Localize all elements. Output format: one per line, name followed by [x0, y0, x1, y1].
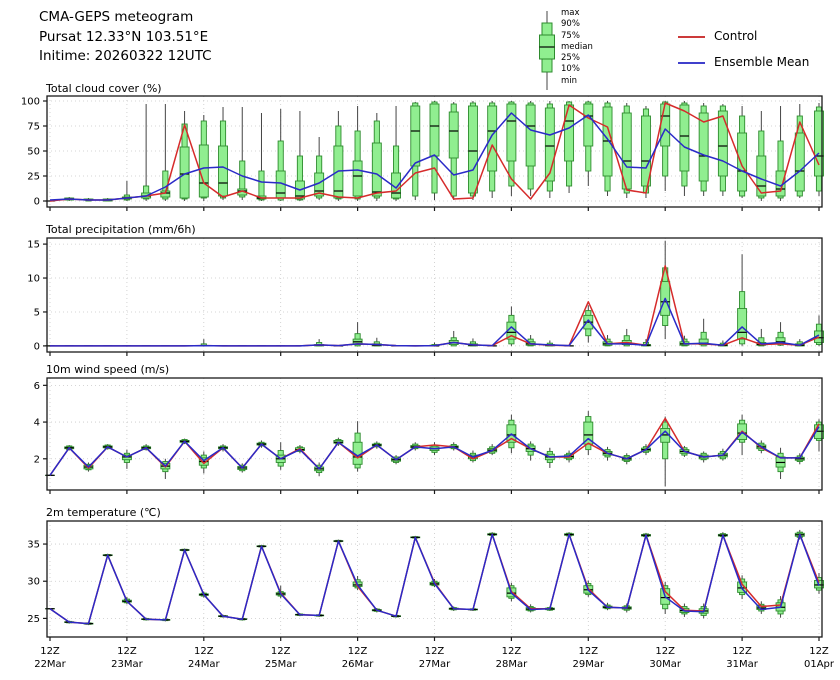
box-p25-p75 [545, 108, 554, 181]
x-tick-time-label: 12Z [502, 646, 522, 657]
x-tick-date-label: 28Mar [496, 659, 528, 670]
x-tick-date-label: 25Mar [265, 659, 297, 670]
y-tick-label: 35 [27, 540, 40, 551]
box-p25-p75 [584, 104, 593, 146]
y-tick-label: 30 [27, 577, 40, 588]
x-tick-time-label: 12Z [348, 646, 368, 657]
y-tick-label: 50 [27, 147, 40, 158]
box-p25-p75 [449, 112, 458, 158]
box-p25-p75 [199, 145, 208, 197]
x-tick-date-label: 23Mar [111, 659, 143, 670]
x-tick-date-label: 01Apr [804, 659, 835, 670]
y-tick-label: 6 [34, 381, 40, 392]
x-tick-date-label: 29Mar [573, 659, 605, 670]
y-tick-label: 75 [27, 122, 40, 133]
box-p25-p75 [526, 105, 535, 166]
box-p25-p75 [738, 133, 747, 191]
y-tick-label: 100 [21, 97, 40, 108]
box-p25-p75 [372, 143, 381, 196]
x-tick-time-label: 12Z [194, 646, 214, 657]
y-tick-label: 10 [27, 274, 40, 285]
x-tick-time-label: 12Z [425, 646, 445, 657]
box-p25-p75 [757, 156, 766, 196]
x-tick-date-label: 27Mar [419, 659, 451, 670]
x-tick-time-label: 12Z [40, 646, 60, 657]
box-p25-p75 [795, 133, 804, 191]
y-tick-label: 25 [27, 172, 40, 183]
box-p25-p75 [411, 106, 420, 166]
box-p25-p75 [699, 113, 708, 181]
y-tick-label: 0 [34, 341, 40, 352]
box-p25-p75 [565, 105, 574, 161]
x-tick-date-label: 26Mar [342, 659, 374, 670]
y-tick-label: 15 [27, 240, 40, 251]
box-p25-p75 [353, 161, 362, 196]
meteogram-app: CMA-GEPS meteogram Pursat 12.33°N 103.51… [0, 0, 840, 680]
x-tick-date-label: 30Mar [649, 659, 681, 670]
x-tick-time-label: 12Z [271, 646, 291, 657]
y-tick-label: 25 [27, 614, 40, 625]
box-p25-p75 [738, 309, 747, 340]
x-tick-time-label: 12Z [117, 646, 137, 657]
box-p25-p75 [718, 111, 727, 176]
meteogram-chart: 0 25 50 75 100 0 5 10 15 2 4 6 25 30 35 12Z 22Mar 12Z 23Ma… [0, 0, 840, 680]
x-tick-time-label: 12Z [655, 646, 675, 657]
box-p25-p75 [488, 106, 497, 171]
y-tick-label: 5 [34, 307, 40, 318]
box-p25-p75 [680, 105, 689, 171]
box-p25-p75 [430, 104, 439, 156]
x-tick-date-label: 31Mar [726, 659, 758, 670]
box-p25-p75 [468, 106, 477, 193]
x-tick-time-label: 12Z [732, 646, 752, 657]
box-p25-p75 [661, 104, 670, 146]
y-tick-label: 2 [34, 454, 40, 465]
x-tick-date-label: 24Mar [188, 659, 220, 670]
x-tick-date-label: 22Mar [34, 659, 66, 670]
y-tick-label: 0 [34, 197, 40, 208]
box-p25-p75 [334, 146, 343, 198]
box-p25-p75 [219, 146, 228, 196]
y-tick-label: 4 [34, 418, 40, 429]
x-tick-time-label: 12Z [809, 646, 829, 657]
x-tick-time-label: 12Z [579, 646, 599, 657]
